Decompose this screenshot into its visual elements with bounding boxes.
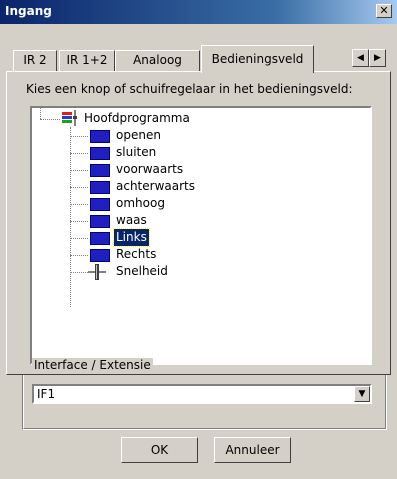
tab-scroll-left-button[interactable]: ◀ [352, 49, 369, 67]
tree-line [70, 272, 88, 273]
program-icon [62, 110, 77, 126]
tree-item-label: Links [113, 228, 150, 247]
instruction-text: Kies een knop of schuifregelaar in het b… [26, 82, 353, 96]
cancel-label: Annuleer [225, 443, 280, 457]
button-icon [90, 130, 110, 143]
button-icon [90, 147, 110, 160]
tree-item-label: openen [116, 128, 161, 142]
window-title: Ingang [5, 4, 52, 18]
button-icon [90, 181, 110, 194]
button-icon [90, 215, 110, 228]
tab-bedieningsveld[interactable]: Bedieningsveld [201, 45, 314, 73]
tree-item-label: Rechts [116, 247, 157, 261]
tab-label: IR 2 [23, 53, 47, 67]
cancel-button[interactable]: Annuleer [214, 437, 291, 463]
interface-legend: Interface / Extensie [32, 358, 153, 372]
close-button[interactable]: ✕ [376, 4, 392, 18]
tree-line [70, 127, 71, 307]
chevron-down-icon: ▼ [358, 389, 366, 399]
button-icon [90, 198, 110, 211]
tree-line [70, 153, 88, 154]
tree-line [40, 119, 60, 120]
tree-line [70, 136, 88, 137]
tree-item-label: sluiten [116, 145, 157, 159]
tree-line [70, 204, 88, 205]
arrow-right-icon: ▶ [374, 53, 381, 63]
tree-view[interactable]: Hoofdprogramma openen sluiten voorwaarts… [30, 106, 372, 365]
tree-line [70, 170, 88, 171]
tree-line [40, 108, 41, 119]
dropdown-button[interactable]: ▼ [354, 386, 370, 402]
title-bar: Ingang ✕ [0, 0, 397, 24]
button-icon [90, 232, 110, 245]
interface-selected-value: IF1 [37, 387, 56, 401]
tab-ir12[interactable]: IR 1+2 [59, 50, 115, 72]
tree-line [70, 238, 88, 239]
tree-item-label: voorwaarts [116, 162, 184, 176]
tree-item-label: achterwaarts [116, 179, 195, 193]
close-icon: ✕ [379, 4, 389, 17]
tab-ir2[interactable]: IR 2 [13, 50, 57, 72]
interface-select[interactable]: IF1 ▼ [32, 384, 372, 404]
ok-button[interactable]: OK [121, 437, 198, 463]
button-icon [90, 249, 110, 262]
tree-item-label: waas [116, 213, 147, 227]
tree-line [70, 187, 88, 188]
slider-icon [88, 264, 106, 280]
tree-line [70, 221, 88, 222]
tab-label: IR 1+2 [66, 53, 108, 67]
ok-label: OK [150, 443, 169, 457]
tab-scroll-right-button[interactable]: ▶ [369, 49, 386, 67]
tree-line [70, 255, 88, 256]
tree-item-label: Snelheid [116, 264, 168, 278]
tab-analoog[interactable]: Analoog [115, 50, 200, 72]
tree-item-label: omhoog [116, 196, 165, 210]
tree-root-label: Hoofdprogramma [84, 111, 190, 125]
button-icon [90, 164, 110, 177]
tab-label: Analoog [133, 53, 182, 67]
tab-label: Bedieningsveld [211, 52, 304, 66]
arrow-left-icon: ◀ [357, 53, 364, 63]
